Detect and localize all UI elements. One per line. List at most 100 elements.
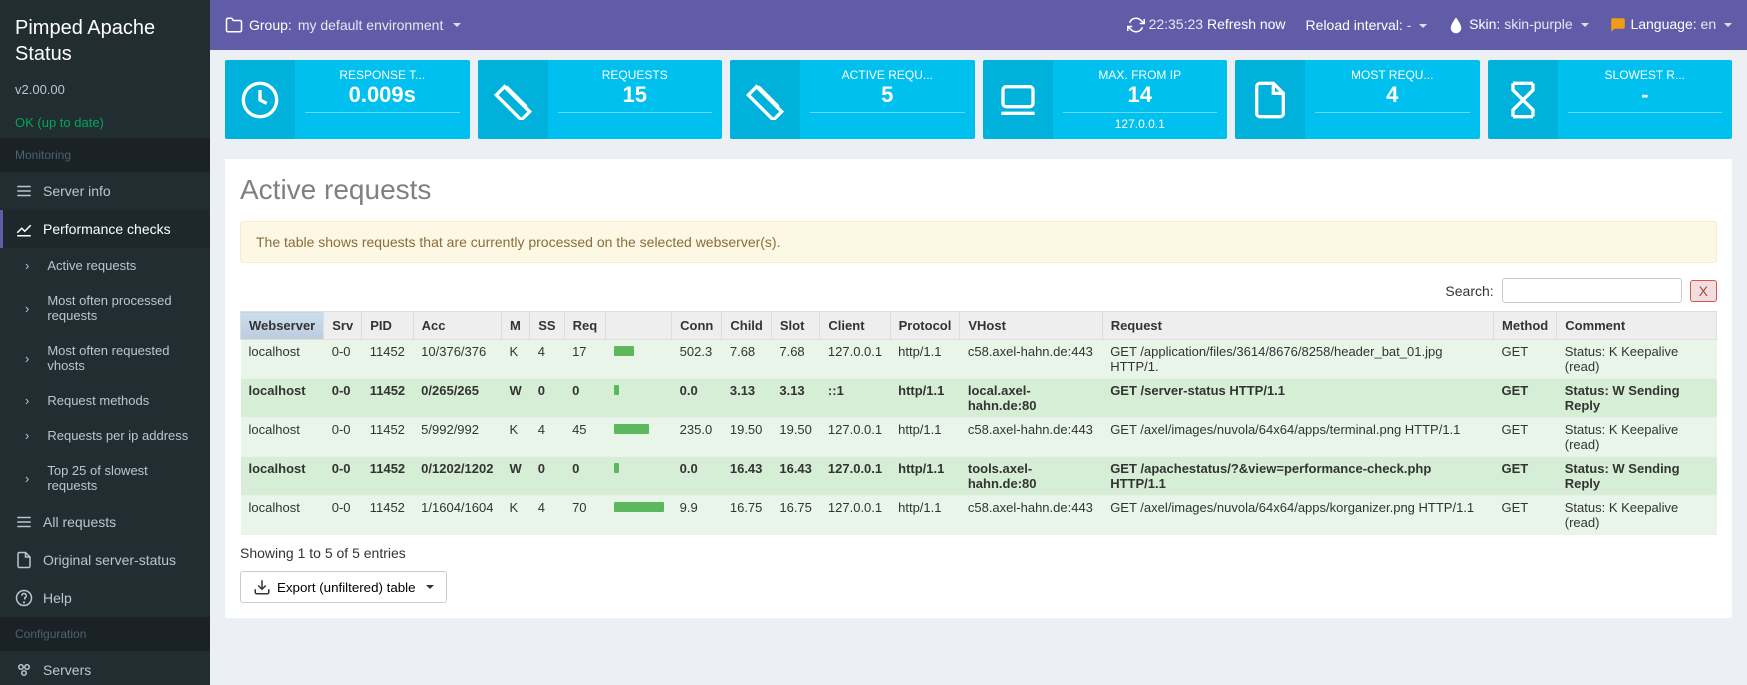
reload-interval[interactable]: Reload interval: -: [1306, 17, 1428, 33]
tile[interactable]: ACTIVE REQU...5: [730, 60, 975, 139]
tiles-row: RESPONSE T...0.009sREQUESTS15ACTIVE REQU…: [210, 50, 1747, 149]
table-cell: 3.13: [771, 379, 820, 418]
col-header[interactable]: Conn: [672, 312, 722, 340]
file-icon: [15, 551, 33, 569]
col-header[interactable]: Protocol: [890, 312, 960, 340]
export-button[interactable]: Export (unfiltered) table: [240, 571, 447, 603]
table-cell: 0/1202/1202: [413, 457, 501, 496]
col-header[interactable]: SS: [530, 312, 564, 340]
sidebar-item-label: Performance checks: [43, 221, 171, 237]
tile[interactable]: MOST REQU...4: [1235, 60, 1480, 139]
sidebar-item-all-requests[interactable]: All requests: [0, 503, 210, 541]
table-row[interactable]: localhost0-0114521/1604/1604K4709.916.75…: [241, 496, 1717, 535]
group-selector[interactable]: Group: my default environment: [225, 16, 461, 34]
chevron-down-icon: [426, 585, 434, 589]
col-header[interactable]: VHost: [960, 312, 1102, 340]
col-header[interactable]: Srv: [324, 312, 362, 340]
content: RESPONSE T...0.009sREQUESTS15ACTIVE REQU…: [210, 0, 1747, 618]
table-cell: 0-0: [324, 496, 362, 535]
sidebar-item-servers[interactable]: Servers: [0, 651, 210, 685]
table-cell: GET /axel/images/nuvola/64x64/apps/korga…: [1102, 496, 1493, 535]
col-header[interactable]: Req: [564, 312, 606, 340]
col-header[interactable]: Request: [1102, 312, 1493, 340]
progress-bar: [614, 502, 664, 512]
col-header[interactable]: Acc: [413, 312, 501, 340]
sidebar-item-original-status[interactable]: Original server-status: [0, 541, 210, 579]
table-cell: 11452: [362, 418, 413, 457]
table-cell: 0: [530, 379, 564, 418]
tile-value: 0.009s: [305, 82, 460, 113]
ticket-icon: [730, 60, 800, 139]
tile[interactable]: SLOWEST R...-: [1488, 60, 1733, 139]
tile-label: RESPONSE T...: [305, 68, 460, 82]
download-icon: [253, 578, 271, 596]
sidebar-sub-request-methods[interactable]: Request methods: [0, 383, 210, 418]
table-cell: 11452: [362, 496, 413, 535]
tile[interactable]: REQUESTS15: [478, 60, 723, 139]
search-input[interactable]: [1502, 278, 1682, 303]
tile[interactable]: RESPONSE T...0.009s: [225, 60, 470, 139]
col-header[interactable]: Method: [1494, 312, 1557, 340]
table-cell: 4: [530, 496, 564, 535]
clear-search-button[interactable]: X: [1690, 280, 1717, 302]
section-configuration: Configuration: [0, 617, 210, 651]
search-row: Search: X: [240, 278, 1717, 303]
col-header[interactable]: Child: [722, 312, 772, 340]
progress-bar: [614, 385, 619, 395]
sidebar-sub-active-requests[interactable]: Active requests: [0, 248, 210, 283]
col-header[interactable]: [606, 312, 672, 340]
sidebar-sub-requests-per-ip[interactable]: Requests per ip address: [0, 418, 210, 453]
col-header[interactable]: Client: [820, 312, 890, 340]
col-header[interactable]: Webserver: [241, 312, 324, 340]
col-header[interactable]: M: [501, 312, 529, 340]
help-icon: [15, 589, 33, 607]
sidebar-sub-top25-slowest[interactable]: Top 25 of slowest requests: [0, 453, 210, 503]
progress-bar: [614, 463, 619, 473]
table-cell: 11452: [362, 340, 413, 379]
table-cell: [606, 379, 672, 418]
sidebar-item-help[interactable]: Help: [0, 579, 210, 617]
refresh-now[interactable]: 22:35:23 Refresh now: [1127, 16, 1286, 34]
chart-line-icon: [15, 220, 33, 238]
sidebar-sub-most-processed[interactable]: Most often processed requests: [0, 283, 210, 333]
tile-value: 14: [1063, 82, 1218, 113]
brand[interactable]: Pimped Apache Status: [0, 0, 210, 82]
section-monitoring: Monitoring: [0, 138, 210, 172]
col-header[interactable]: PID: [362, 312, 413, 340]
table-cell: 235.0: [672, 418, 722, 457]
language-selector[interactable]: Language: en: [1609, 16, 1732, 34]
table-cell: [606, 496, 672, 535]
table-cell: Status: K Keepalive (read): [1557, 496, 1717, 535]
sidebar-sub-most-vhosts[interactable]: Most often requested vhosts: [0, 333, 210, 383]
table-cell: 502.3: [672, 340, 722, 379]
tile-value: 15: [558, 82, 713, 113]
version: v2.00.00: [0, 82, 210, 107]
group-label: Group:: [249, 17, 292, 33]
table-row[interactable]: localhost0-01145210/376/376K417502.37.68…: [241, 340, 1717, 379]
table-cell: localhost: [241, 496, 324, 535]
table-row[interactable]: localhost0-0114520/1202/1202W000.016.431…: [241, 457, 1717, 496]
ticket-icon: [478, 60, 548, 139]
sidebar-item-server-info[interactable]: Server info: [0, 172, 210, 210]
table-cell: K: [501, 340, 529, 379]
table-row[interactable]: localhost0-0114525/992/992K445235.019.50…: [241, 418, 1717, 457]
comment-icon: [1609, 16, 1627, 34]
table-cell: 0-0: [324, 418, 362, 457]
search-label: Search:: [1445, 283, 1493, 299]
chevron-down-icon: [1419, 24, 1427, 28]
skin-selector[interactable]: Skin: skin-purple: [1447, 16, 1588, 34]
tile[interactable]: MAX. FROM IP14127.0.0.1: [983, 60, 1228, 139]
col-header[interactable]: Slot: [771, 312, 820, 340]
col-header[interactable]: Comment: [1557, 312, 1717, 340]
table-cell: http/1.1: [890, 418, 960, 457]
table-row[interactable]: localhost0-0114520/265/265W000.03.133.13…: [241, 379, 1717, 418]
table-cell: 127.0.0.1: [820, 340, 890, 379]
table-cell: 0: [564, 457, 606, 496]
sidebar-item-performance-checks[interactable]: Performance checks: [0, 210, 210, 248]
table-cell: 16.75: [771, 496, 820, 535]
table-cell: W: [501, 379, 529, 418]
page-title: Active requests: [240, 174, 1717, 206]
refresh-time: 22:35:23: [1149, 16, 1204, 32]
tile-label: MOST REQU...: [1315, 68, 1470, 82]
table-cell: 16.43: [722, 457, 772, 496]
